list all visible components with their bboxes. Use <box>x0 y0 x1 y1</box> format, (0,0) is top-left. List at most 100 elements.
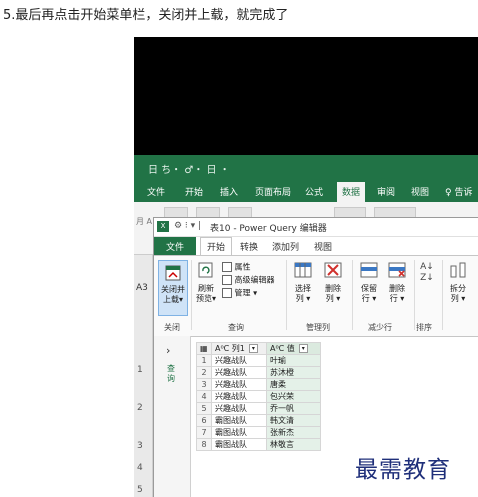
manage-label: 管理 ▾ <box>234 288 258 298</box>
advanced-editor-icon <box>222 275 232 285</box>
cell-value[interactable]: 叶瑜 <box>266 354 321 367</box>
cell-col1[interactable]: 兴趣战队 <box>211 402 267 415</box>
queries-pane-collapsed[interactable]: › 查询 <box>154 336 191 497</box>
choose-columns-button[interactable]: 选择 列 ▾ <box>290 262 316 312</box>
excel-tell-me[interactable]: ♀ 告诉 <box>442 184 475 199</box>
sort-buttons[interactable]: A↓ Z↓ <box>418 262 436 312</box>
manage-button[interactable]: 管理 ▾ <box>222 288 257 299</box>
excel-tab-review[interactable]: 审阅 <box>374 184 398 199</box>
expand-chevron-icon[interactable]: › <box>166 344 170 357</box>
excel-ribbon-tabs: 文件 开始 插入 页面布局 公式 数据 审阅 视图 ♀ 告诉 <box>134 180 478 202</box>
row-index[interactable]: 1 <box>196 354 212 367</box>
step-caption: 5.最后再点击开始菜单栏，关闭并上载，就完成了 <box>3 8 289 23</box>
excel-ribbon-partial-label: 月 A <box>136 217 153 226</box>
cell-value[interactable]: 张新杰 <box>266 426 321 439</box>
quick-access-icons[interactable]: 日 ち・ ♂・ 日 ・ <box>148 161 230 176</box>
excel-tab-view[interactable]: 视图 <box>408 184 432 199</box>
cell-value[interactable]: 韩文清 <box>266 414 321 427</box>
ribbon-separator <box>286 260 287 330</box>
table-row[interactable]: 1 兴趣战队 叶瑜 <box>196 354 321 367</box>
choose-columns-label: 选择 列 ▾ <box>295 284 311 303</box>
filter-dropdown-icon[interactable]: ▾ <box>298 344 308 353</box>
split-column-label: 拆分 列 ▾ <box>450 284 466 303</box>
filter-dropdown-icon[interactable]: ▾ <box>248 344 258 353</box>
cell-value[interactable]: 唐柔 <box>266 378 321 391</box>
cell-value[interactable]: 林敬言 <box>266 438 321 451</box>
refresh-preview-label: 刷新 预览▾ <box>195 284 216 303</box>
cell-col1[interactable]: 兴趣战队 <box>211 390 267 403</box>
remove-columns-button[interactable]: 删除 列 ▾ <box>320 262 346 312</box>
sort-descending-icon[interactable]: Z↓ <box>418 273 436 284</box>
table-header-row: ▦ A⁰C 列1 ▾ A⁰C 值 ▾ <box>196 342 321 355</box>
excel-tab-home[interactable]: 开始 <box>182 184 206 199</box>
excel-tab-page-layout[interactable]: 页面布局 <box>252 184 294 199</box>
pq-tab-add-column[interactable]: 添加列 <box>268 239 303 254</box>
remove-rows-button[interactable]: 删除 行 ▾ <box>384 262 410 312</box>
cell-value[interactable]: 苏沐橙 <box>266 366 321 379</box>
column-header-value[interactable]: A⁰C 值 ▾ <box>266 342 321 355</box>
group-label-query: 查询 <box>228 323 244 332</box>
table-row[interactable]: 6 霸图战队 韩文清 <box>196 414 321 427</box>
name-box[interactable]: A3 <box>136 283 148 293</box>
remove-columns-label: 删除 列 ▾ <box>325 284 341 303</box>
pq-tab-transform[interactable]: 转换 <box>236 239 262 254</box>
pq-data-table[interactable]: ▦ A⁰C 列1 ▾ A⁰C 值 ▾ 1 兴趣战队 叶瑜 2 兴趣战队 苏沐橙 3 兴趣战队 唐柔 4… <box>196 342 321 451</box>
ribbon-separator <box>414 260 415 330</box>
excel-tab-file[interactable]: 文件 <box>144 184 168 199</box>
pq-tab-file[interactable]: 文件 <box>154 237 197 256</box>
table-row[interactable]: 5 兴趣战队 乔一帆 <box>196 402 321 415</box>
close-and-load-button[interactable]: 关闭并 上载▾ <box>158 260 188 316</box>
keep-rows-button[interactable]: 保留 行 ▾ <box>356 262 382 312</box>
table-row[interactable]: 3 兴趣战队 唐柔 <box>196 378 321 391</box>
table-row[interactable]: 8 霸图战队 林敬言 <box>196 438 321 451</box>
close-and-load-label: 关闭并 上载▾ <box>161 285 185 304</box>
excel-tab-formulas[interactable]: 公式 <box>302 184 326 199</box>
refresh-preview-button[interactable]: 刷新 预览▾ <box>194 262 218 312</box>
cell-col1[interactable]: 霸图战队 <box>211 426 267 439</box>
row-number[interactable]: 4 <box>137 463 143 473</box>
pq-ribbon-tabs: 文件 开始 转换 添加列 视图 <box>154 237 478 256</box>
row-number[interactable]: 5 <box>137 485 143 495</box>
cell-col1[interactable]: 霸图战队 <box>211 414 267 427</box>
pq-tab-view[interactable]: 视图 <box>310 239 336 254</box>
properties-label: 属性 <box>234 262 251 272</box>
pq-title-bar: X ⚙ ⁝ ▾ | 表10 - Power Query 编辑器 <box>154 218 478 237</box>
properties-button[interactable]: 属性 <box>222 262 251 273</box>
row-index[interactable]: 3 <box>196 378 212 391</box>
cell-col1[interactable]: 兴趣战队 <box>211 354 267 367</box>
row-number[interactable]: 1 <box>137 365 143 375</box>
row-index[interactable]: 5 <box>196 402 212 415</box>
table-row[interactable]: 4 兴趣战队 包兴荣 <box>196 390 321 403</box>
split-column-button[interactable]: 拆分 列 ▾ <box>446 262 470 312</box>
column-header-col1[interactable]: A⁰C 列1 ▾ <box>211 342 267 355</box>
cell-col1[interactable]: 霸图战队 <box>211 438 267 451</box>
excel-logo-icon: X <box>157 221 169 232</box>
row-index[interactable]: 7 <box>196 426 212 439</box>
sort-ascending-icon[interactable]: A↓ <box>418 262 436 273</box>
cell-col1[interactable]: 兴趣战队 <box>211 366 267 379</box>
group-label-close: 关闭 <box>164 323 180 332</box>
cell-col1[interactable]: 兴趣战队 <box>211 378 267 391</box>
video-black-area <box>134 37 478 155</box>
pq-tab-home[interactable]: 开始 <box>200 237 233 256</box>
row-index[interactable]: 4 <box>196 390 212 403</box>
screenshot-frame: 日 ち・ ♂・ 日 ・ 文件 开始 插入 页面布局 公式 数据 审阅 视图 ♀ … <box>134 37 478 497</box>
table-row[interactable]: 7 霸图战队 张新杰 <box>196 426 321 439</box>
ribbon-separator <box>442 260 443 330</box>
row-number[interactable]: 3 <box>137 441 143 451</box>
cell-value[interactable]: 乔一帆 <box>266 402 321 415</box>
table-corner-icon[interactable]: ▦ <box>196 342 212 355</box>
row-index[interactable]: 6 <box>196 414 212 427</box>
table-row[interactable]: 2 兴趣战队 苏沐橙 <box>196 366 321 379</box>
excel-tab-data[interactable]: 数据 <box>337 182 366 202</box>
pq-window-title: 表10 - Power Query 编辑器 <box>210 224 327 234</box>
pq-quick-access-icons[interactable]: ⚙ ⁝ ▾ | <box>174 221 201 231</box>
row-number[interactable]: 2 <box>137 403 143 413</box>
excel-tab-insert[interactable]: 插入 <box>217 184 241 199</box>
advanced-editor-button[interactable]: 高级编辑器 <box>222 275 275 286</box>
row-index[interactable]: 2 <box>196 366 212 379</box>
remove-rows-label: 删除 行 ▾ <box>389 284 405 303</box>
row-index[interactable]: 8 <box>196 438 212 451</box>
column-header-label: A⁰C 列1 <box>215 344 245 353</box>
cell-value[interactable]: 包兴荣 <box>266 390 321 403</box>
